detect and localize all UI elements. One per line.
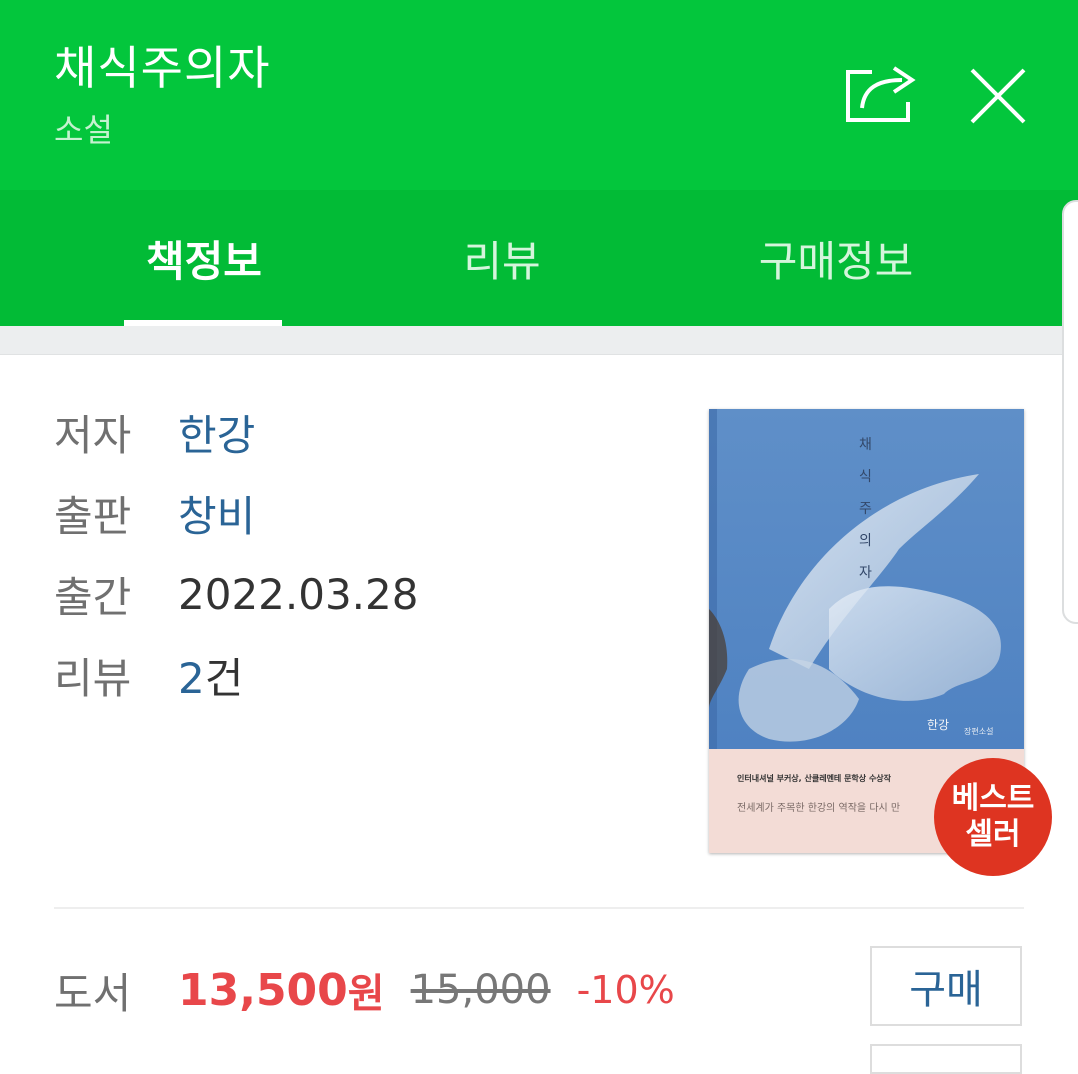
next-buy-button-partial[interactable]: [870, 1044, 1022, 1074]
bestseller-badge: 베스트 셀러: [934, 758, 1052, 876]
cover-series: 장편소설: [964, 726, 993, 736]
author-label: 저자: [54, 410, 132, 460]
close-icon[interactable]: [966, 64, 1030, 128]
cover-title-char-4: 의: [859, 533, 872, 549]
bestseller-line1: 베스트: [951, 781, 1035, 816]
cover-band-line1: 인터내셔널 부커상, 산클레멘테 문학상 수상작: [737, 773, 892, 783]
tab-review[interactable]: 리뷰: [402, 190, 602, 326]
pubdate-value: 2022.03.28: [178, 569, 419, 619]
tab-bar: 책정보 리뷰 구매정보: [0, 190, 1078, 326]
tab-book-info[interactable]: 책정보: [104, 190, 304, 326]
review-label: 리뷰: [54, 653, 132, 703]
review-count: 2: [178, 653, 205, 703]
cover-title-char-2: 식: [859, 469, 872, 485]
price-row: 도서 13,500 원 15,000 -10%: [54, 958, 675, 1022]
side-scroll-handle[interactable]: [1062, 200, 1078, 624]
share-icon[interactable]: [842, 58, 922, 128]
app-header: 채식주의자 소설: [0, 0, 1078, 190]
tab-purchase-info[interactable]: 구매정보: [726, 190, 946, 326]
divider: [54, 907, 1024, 909]
author-link[interactable]: 한강: [178, 402, 255, 463]
review-row: 리뷰 2건: [54, 643, 243, 707]
cover-title-char-3: 주: [859, 501, 872, 517]
pubdate-row: 출간 2022.03.28: [54, 562, 418, 626]
section-divider-band: [0, 326, 1078, 355]
publisher-label: 출판: [54, 491, 132, 541]
book-category: 소설: [54, 111, 113, 149]
sale-price: 13,500: [178, 964, 348, 1016]
cover-band-line2: 전세계가 주목한 한강의 역작을 다시 만: [737, 802, 900, 814]
cover-title-char-1: 채: [859, 437, 872, 453]
review-count-link[interactable]: 2건: [178, 645, 243, 706]
pubdate-label: 출간: [54, 572, 132, 622]
price-label: 도서: [54, 968, 132, 1018]
author-row: 저자 한강: [54, 400, 255, 464]
bestseller-line2: 셀러: [965, 817, 1021, 852]
publisher-link[interactable]: 창비: [178, 483, 255, 544]
buy-button[interactable]: 구매: [870, 946, 1022, 1026]
discount-rate: -10%: [576, 968, 675, 1012]
publisher-row: 출판 창비: [54, 481, 255, 545]
sale-price-unit: 원: [347, 971, 385, 1017]
original-price: 15,000: [410, 967, 551, 1013]
book-title: 채식주의자: [54, 41, 271, 95]
review-unit: 건: [204, 653, 244, 703]
cover-author: 한강: [927, 718, 949, 732]
cover-title-char-5: 자: [859, 565, 872, 581]
